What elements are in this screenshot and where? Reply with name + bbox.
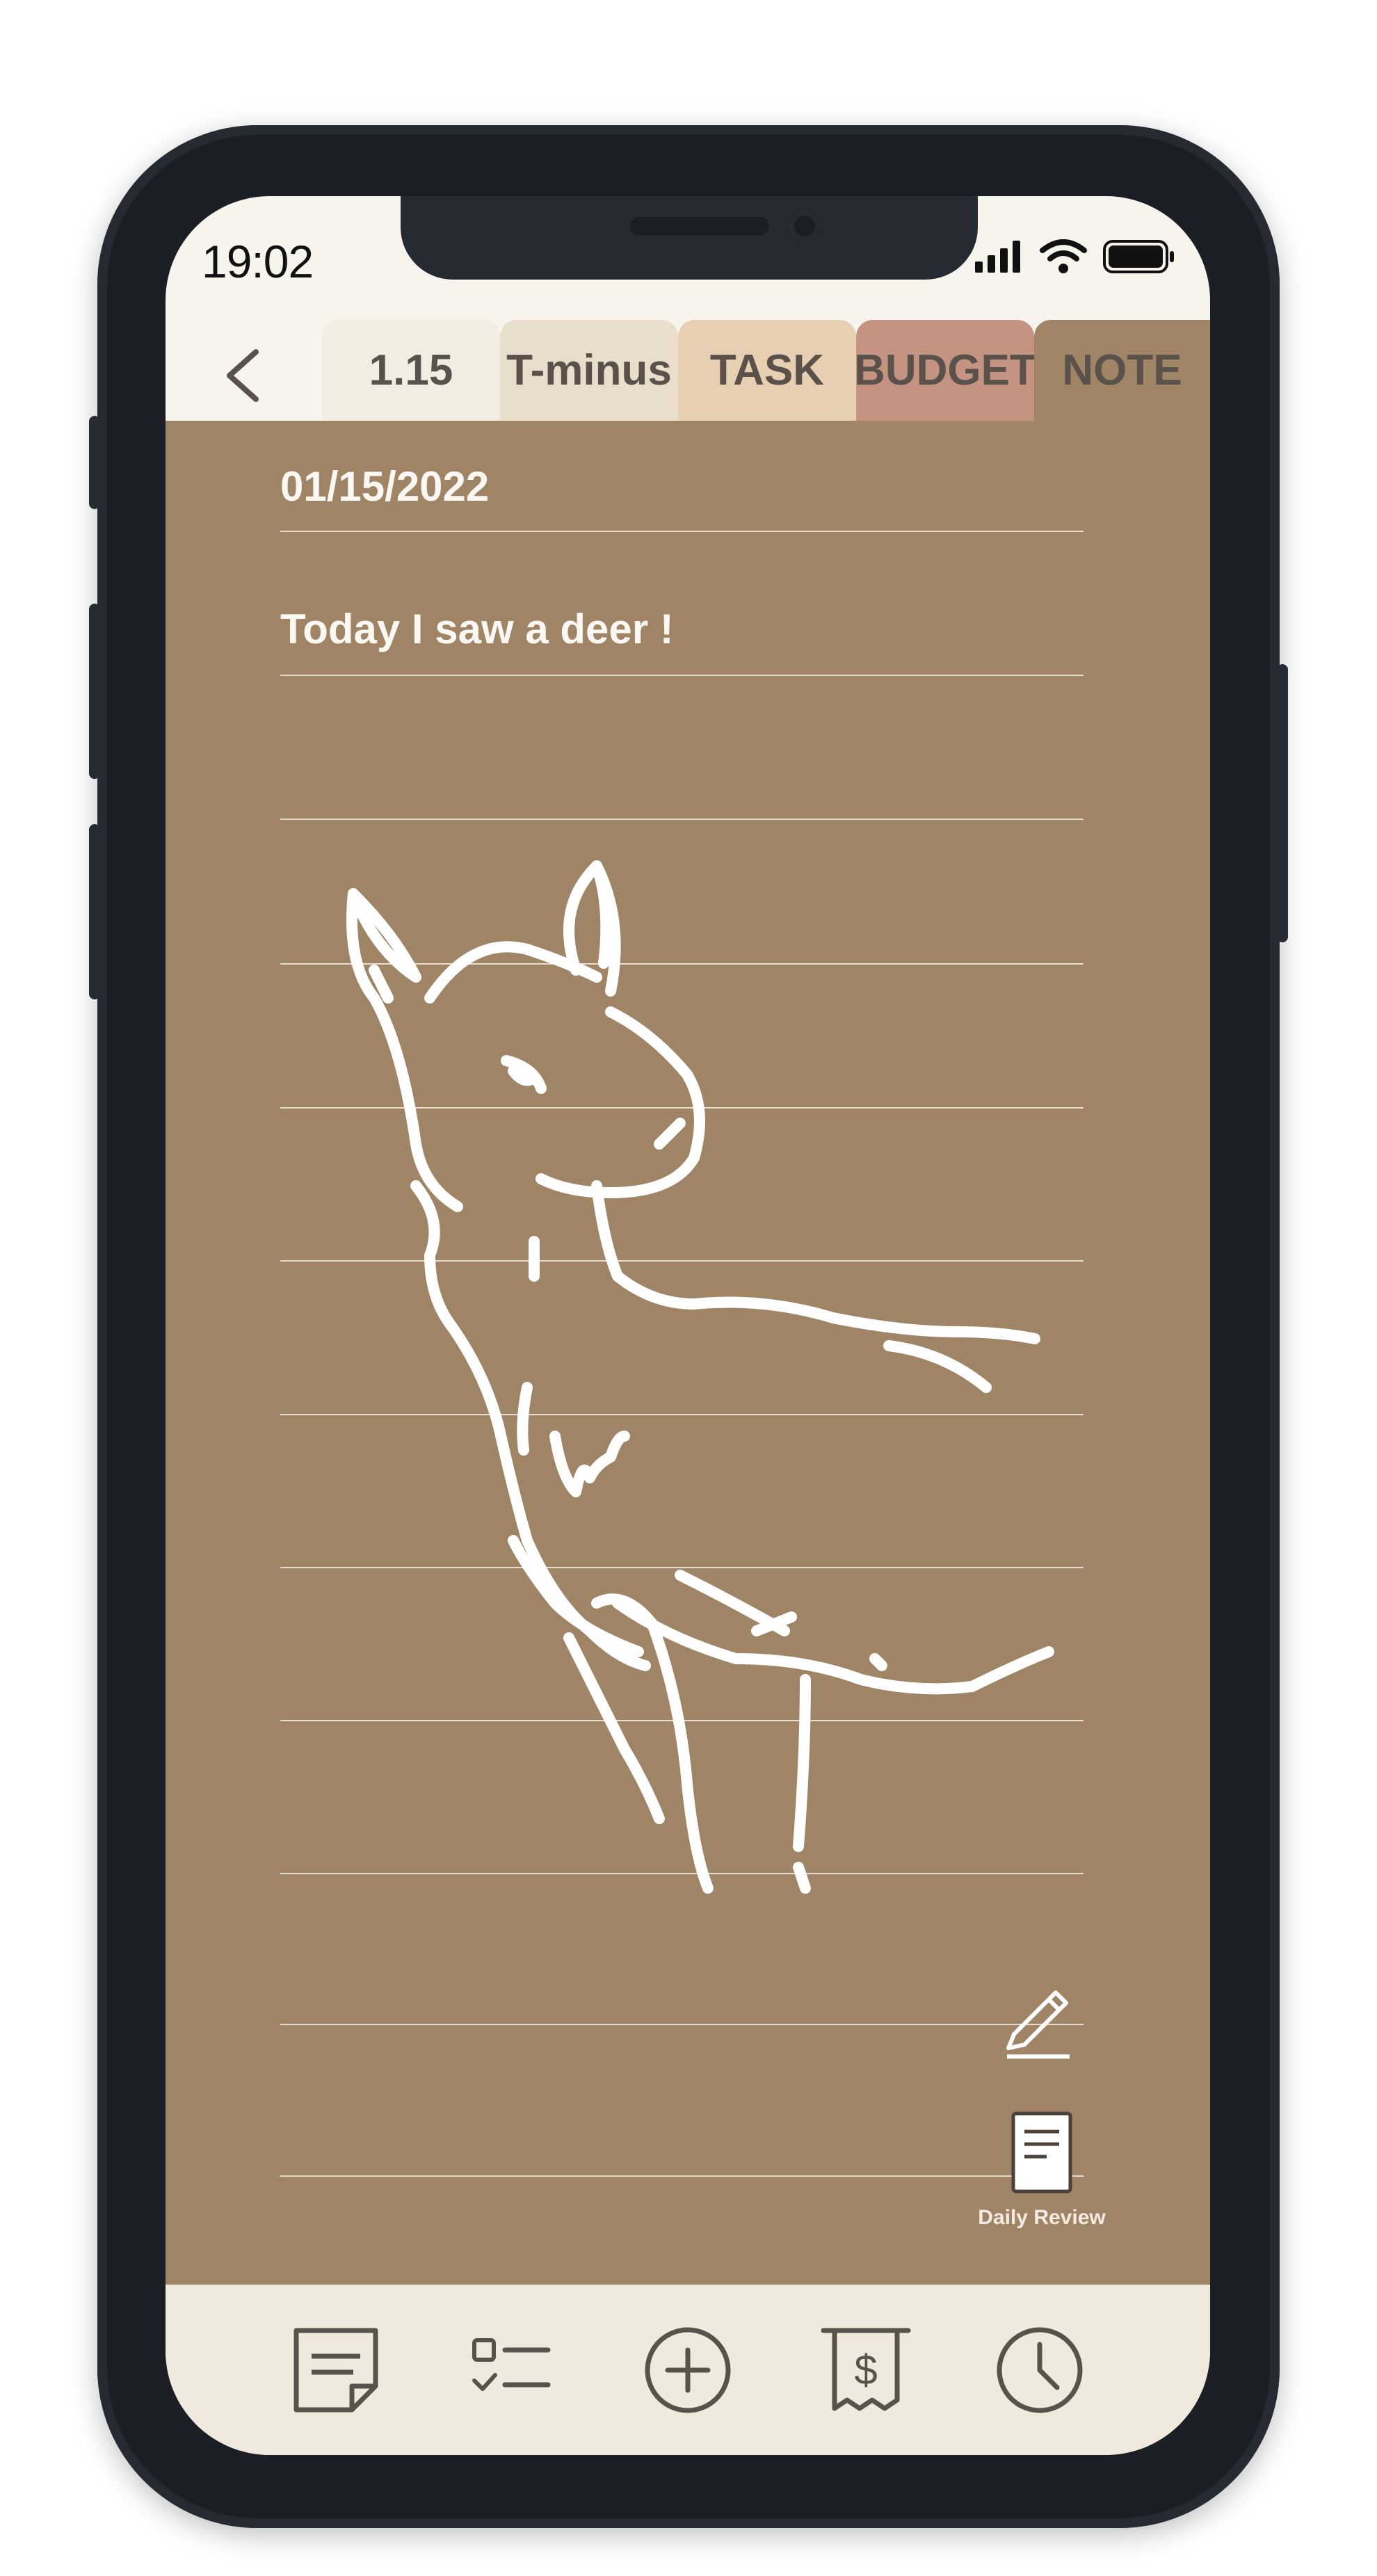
volume-down-button [89, 824, 100, 999]
tab-budget[interactable]: BUDGET [854, 320, 1036, 421]
checklist-icon[interactable] [465, 2325, 555, 2415]
clock-icon[interactable] [994, 2325, 1085, 2415]
notes-icon[interactable] [291, 2325, 381, 2415]
daily-review-button[interactable]: Daily Review [976, 2111, 1108, 2230]
volume-up-button [89, 604, 100, 779]
tab-t-minus[interactable]: T-minus [500, 320, 678, 421]
status-icons [975, 239, 1175, 274]
mute-switch [89, 416, 100, 509]
signal-icon [975, 241, 1020, 273]
wifi-icon [1040, 239, 1087, 273]
power-button [1277, 664, 1288, 942]
tab-date[interactable]: 1.15 [322, 320, 500, 421]
daily-review-label: Daily Review [978, 2206, 1106, 2229]
document-icon [1011, 2111, 1072, 2193]
back-chevron-icon[interactable] [221, 348, 263, 403]
tab-bar: 1.15 T-minus TASK BUDGET NOTE [166, 320, 1210, 421]
tab-task[interactable]: TASK [678, 320, 856, 421]
receipt-dollar-icon[interactable]: $ [821, 2325, 911, 2415]
tab-note[interactable]: NOTE [1034, 320, 1210, 421]
battery-icon [1103, 240, 1174, 273]
note-canvas[interactable]: 01/15/2022 Today I saw a deer ! Daily Re… [166, 421, 1210, 2285]
speaker [630, 217, 769, 235]
pencil-tool-icon[interactable] [1000, 1979, 1077, 2062]
bottom-nav: $ [166, 2285, 1210, 2455]
status-time: 19:02 [202, 236, 314, 287]
notch [401, 196, 978, 280]
add-icon[interactable] [643, 2325, 733, 2415]
screen: 19:02 1.15 T-minus TASK BUDGET NOTE 01/1… [166, 196, 1210, 2455]
front-camera [787, 209, 822, 243]
svg-text:$: $ [854, 2346, 877, 2393]
